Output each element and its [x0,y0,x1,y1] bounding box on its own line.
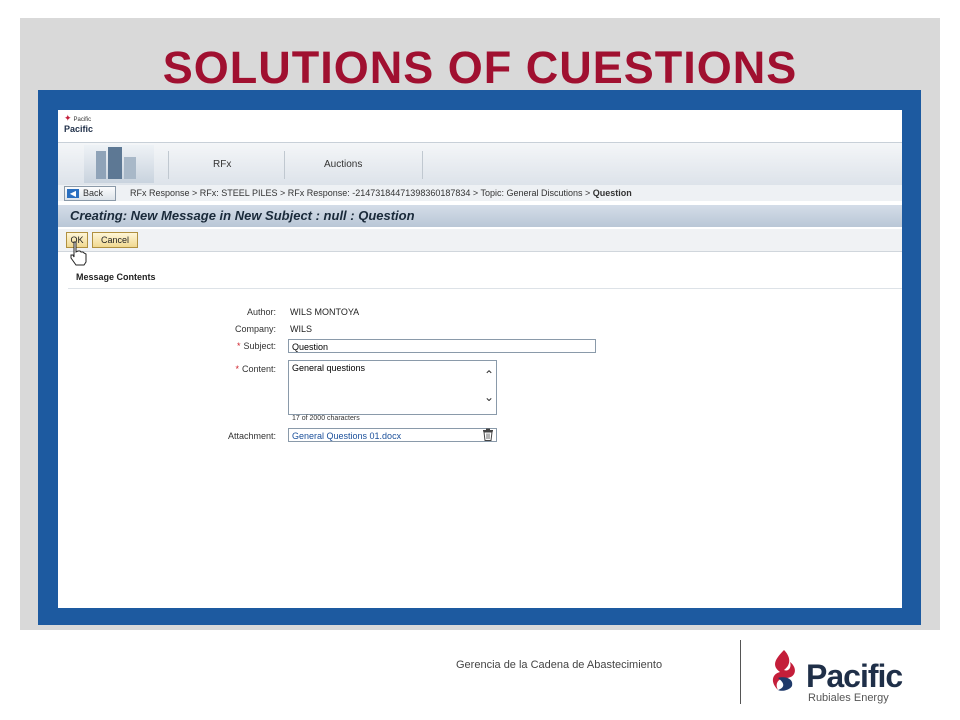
required-marker: * [236,341,241,351]
author-label: Author: [246,307,276,317]
content-label-text: Content: [241,364,276,374]
breadcrumb-path[interactable]: RFx Response > RFx: STEEL PILES > RFx Re… [130,188,593,198]
back-button[interactable]: ◀ Back [64,186,116,201]
breadcrumb-current: Question [592,188,632,198]
subject-label: * Subject: [237,341,276,351]
brand-logo: Pacific Rubiales Energy [766,644,926,708]
button-row: OK Cancel [58,229,902,252]
section-divider [68,288,902,289]
content-text: General questions [292,363,366,373]
company-value: WILS [290,324,313,334]
footer-divider [740,640,741,704]
app-screen: ✦ Pacific Pacific RFx Auctions ◀ Back RF… [58,110,902,608]
back-label: Back [83,188,104,198]
author-value: WILS MONTOYA [290,307,360,317]
section-title: Message Contents [76,272,156,282]
required-marker: * [235,364,239,374]
back-arrow-icon: ◀ [67,189,79,198]
attachment-label: Attachment: [227,431,276,441]
scroll-down-icon[interactable]: ⌄ [484,391,494,403]
brand-name: Pacific [806,658,903,694]
brand-subtitle: Rubiales Energy [808,692,889,704]
scroll-up-icon[interactable]: ⌃ [484,369,494,381]
cancel-button[interactable]: Cancel [92,232,138,248]
hand-cursor-icon [70,241,87,266]
content-label: * Content: [235,364,276,374]
subject-label-text: Subject: [243,341,276,351]
home-icon[interactable] [84,145,154,183]
breadcrumb: RFx Response > RFx: STEEL PILES > RFx Re… [130,188,632,198]
trash-icon[interactable] [482,428,494,441]
tab-bar: RFx Auctions [58,142,902,186]
tab-rfx[interactable]: RFx [213,159,231,170]
tab-auctions[interactable]: Auctions [324,159,362,170]
attachment-field[interactable]: General Questions 01.docx [288,428,497,442]
app-logo: ✦ Pacific Pacific [64,113,94,134]
navigation-bar: ◀ Back RFx Response > RFx: STEEL PILES >… [58,185,902,201]
character-count: 17 of 2000 characters [292,415,360,422]
subject-input[interactable]: Question [288,339,596,353]
company-label: Company: [234,324,276,334]
attachment-filename[interactable]: General Questions 01.docx [292,431,401,441]
flame-logo-icon [772,650,795,691]
footer-text: Gerencia de la Cadena de Abastecimiento [456,659,663,671]
slide-title: SOLUTIONS OF CUESTIONS [162,42,798,93]
content-textarea[interactable]: General questions ⌃ ⌄ [288,360,497,415]
page-title: Creating: New Message in New Subject : n… [58,205,902,227]
